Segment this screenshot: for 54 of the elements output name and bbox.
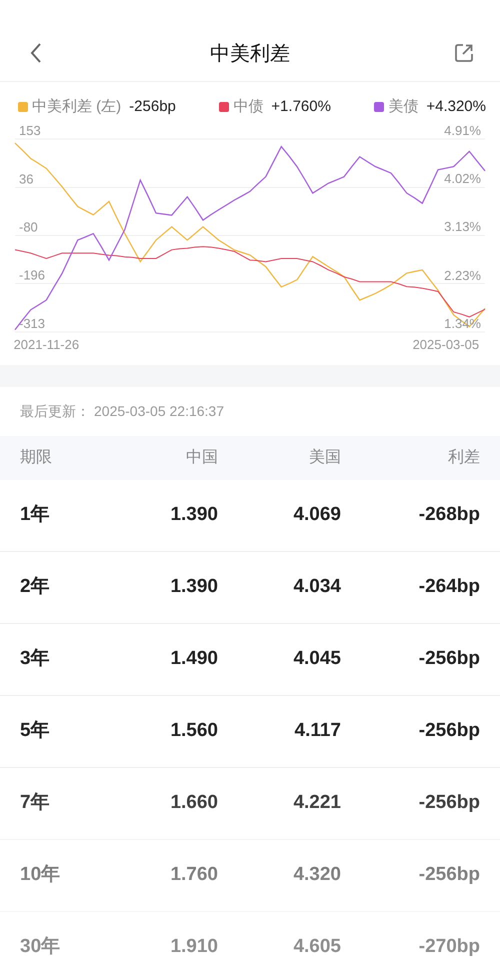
table-cell-text: 1.660: [169, 790, 218, 815]
update-time: 2025-03-05 22:16:37: [94, 402, 224, 420]
legend-value: +1.760%: [271, 97, 331, 117]
table-cell-text: 3年: [19, 646, 51, 671]
axis-label: -196: [19, 267, 46, 282]
table-cell-text: -268bp: [418, 502, 480, 527]
table-cell-text: 1.490: [169, 646, 218, 671]
axis-label: -80: [19, 219, 38, 234]
table-cell-text: 1年: [19, 502, 51, 527]
legend-label: 中美利差 (左): [32, 97, 122, 117]
table-cell-text: 4.069: [292, 502, 341, 527]
share-icon: [454, 43, 474, 64]
axis-label: 2.23%: [444, 267, 481, 282]
axis-label: -313: [19, 316, 46, 330]
column-header: 美国: [308, 448, 341, 468]
table-cell-text: -256bp: [418, 790, 480, 815]
table-cell-text: -270bp: [418, 934, 480, 959]
axis-label: 4.91%: [444, 122, 481, 138]
table-cell-text: 1.390: [169, 574, 218, 599]
table-cell-text: -264bp: [418, 574, 480, 599]
back-icon: [29, 42, 43, 64]
table-cell-text: 1.760: [169, 862, 218, 887]
column-header: 利差: [447, 448, 480, 468]
axis-label: 4.02%: [444, 170, 481, 186]
table-cell-text: 4.045: [292, 646, 341, 671]
table-cell-text: 4.605: [292, 934, 341, 959]
table-cell-text: 10年: [19, 862, 62, 887]
table-cell-text: 4.117: [294, 718, 341, 743]
table-cell-text: 2年: [19, 574, 51, 599]
table-cell-text: 1.560: [169, 718, 218, 743]
legend-value: -256bp: [129, 97, 176, 117]
table-cell-text: 4.320: [292, 862, 341, 887]
table-cell-text: 5年: [19, 718, 51, 743]
table-cell-text: -256bp: [418, 646, 480, 671]
axis-label: 3.13%: [444, 218, 481, 234]
axis-label: 153: [19, 122, 41, 138]
column-header: 中国: [185, 448, 218, 468]
update-label: 最后更新：: [20, 402, 90, 420]
axis-label: 2021-11-26: [14, 336, 80, 352]
table-cell-text: 7年: [19, 790, 51, 815]
legend-label: 中债: [233, 97, 264, 117]
page-title: 中美利差: [210, 42, 290, 66]
table-cell-text: 1.910: [169, 934, 218, 959]
table-cell-text: 1.390: [169, 502, 218, 527]
table-cell-text: -256bp: [418, 718, 480, 743]
table-cell-text: 30年: [19, 934, 62, 959]
axis-label: 36: [19, 170, 34, 186]
table-cell-text: -256bp: [418, 862, 480, 887]
column-header: 期限: [19, 448, 53, 468]
table-cell-text: 4.221: [292, 790, 341, 815]
legend-value: +4.320%: [426, 97, 486, 117]
legend-label: 美债: [388, 97, 418, 117]
table-cell-text: 4.034: [292, 574, 341, 599]
axis-label: 2025-03-05: [412, 336, 480, 352]
